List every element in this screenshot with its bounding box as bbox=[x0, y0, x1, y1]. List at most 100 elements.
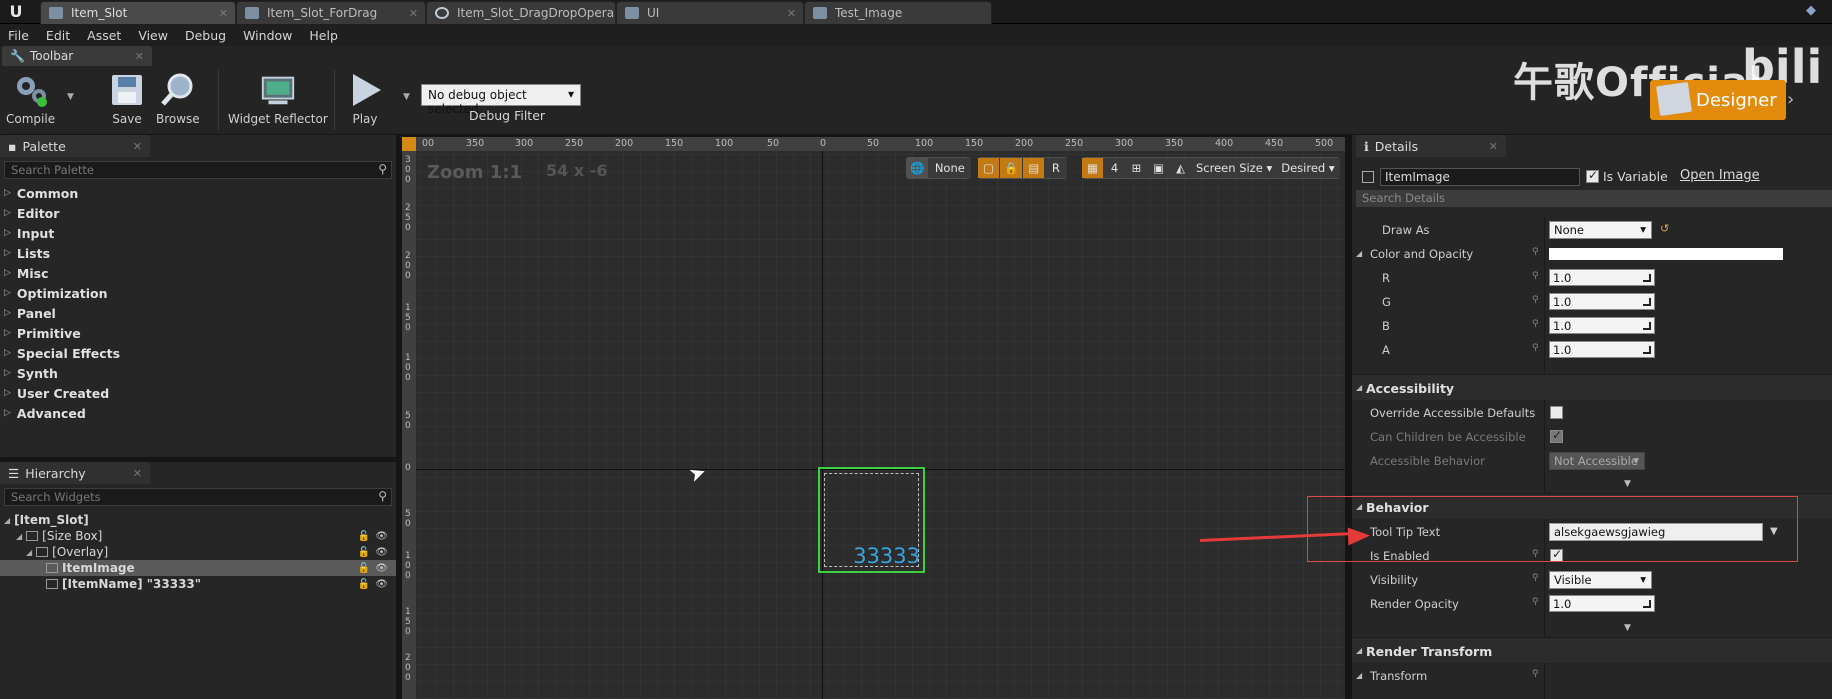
hierarchy-search-input[interactable]: Search Widgets ⚲ bbox=[4, 488, 392, 506]
palette-category-special-effects[interactable]: ▷ Special Effects bbox=[0, 343, 396, 363]
color-swatch[interactable] bbox=[1549, 248, 1783, 260]
close-icon[interactable]: ✕ bbox=[133, 467, 142, 480]
palette-category-lists[interactable]: ▷ Lists bbox=[0, 243, 396, 263]
compile-options-arrow-icon[interactable]: ▼ bbox=[67, 92, 74, 102]
bind-icon[interactable]: ⚲ bbox=[1532, 319, 1539, 329]
compile-button[interactable]: Compile bbox=[6, 72, 55, 126]
widget-name-field[interactable]: ItemImage bbox=[1380, 168, 1580, 186]
visibility-dropdown[interactable]: Visible bbox=[1549, 571, 1652, 589]
menu-window[interactable]: Window bbox=[243, 28, 292, 43]
expanded-arrow-icon[interactable]: ◢ bbox=[1356, 383, 1362, 392]
tab-item-slot[interactable]: Item_Slot ✕ bbox=[40, 1, 236, 24]
render-opacity-field[interactable]: 1.0 bbox=[1549, 595, 1655, 612]
expanded-arrow-icon[interactable]: ◢ bbox=[4, 516, 10, 525]
eye-icon[interactable]: 👁 bbox=[375, 531, 388, 542]
play-options-arrow-icon[interactable]: ▼ bbox=[403, 92, 410, 102]
palette-category-synth[interactable]: ▷ Synth bbox=[0, 363, 396, 383]
fit-size-icon[interactable]: ⊞ bbox=[1126, 158, 1148, 178]
bind-icon[interactable]: ⚲ bbox=[1532, 295, 1539, 305]
designer-mode-button[interactable]: Designer bbox=[1650, 80, 1786, 120]
bind-icon[interactable]: ⚲ bbox=[1532, 669, 1539, 679]
section-render-transform[interactable]: ◢ Render Transform bbox=[1352, 637, 1832, 663]
details-search-input[interactable]: Search Details bbox=[1356, 190, 1832, 207]
tree-row-itemimage[interactable]: ItemImage 🔓 👁 bbox=[0, 560, 396, 576]
designer-canvas[interactable] bbox=[402, 137, 1345, 699]
override-accessible-checkbox[interactable] bbox=[1550, 406, 1563, 419]
tab-toolbar[interactable]: 🔧 Toolbar ✕ bbox=[2, 46, 152, 66]
localization-none-dropdown[interactable]: None bbox=[929, 158, 972, 178]
globe-icon[interactable]: 🌐 bbox=[906, 158, 930, 178]
lock-icon[interactable]: 🔓 bbox=[358, 579, 370, 590]
close-icon[interactable]: ✕ bbox=[133, 140, 142, 153]
bind-icon[interactable]: ⚲ bbox=[1532, 343, 1539, 353]
tab-item-slot-fordrag[interactable]: Item_Slot_ForDrag ✕ bbox=[236, 1, 426, 24]
lock-icon[interactable]: 🔓 bbox=[358, 547, 370, 558]
close-icon[interactable]: ✕ bbox=[1489, 140, 1498, 153]
fill-screen-dropdown[interactable]: Desired ▾ bbox=[1277, 158, 1340, 178]
eye-icon[interactable]: 👁 bbox=[375, 579, 388, 590]
bind-icon[interactable]: ⚲ bbox=[1532, 573, 1539, 583]
screen-size-dropdown[interactable]: Screen Size ▾ bbox=[1192, 158, 1278, 178]
expanded-arrow-icon[interactable]: ◢ bbox=[1356, 249, 1362, 258]
section-accessibility[interactable]: ◢ Accessibility bbox=[1352, 374, 1832, 400]
a-value-field[interactable]: 1.0 bbox=[1549, 341, 1655, 358]
expand-advanced-arrow-icon[interactable]: ▼ bbox=[1624, 479, 1631, 489]
palette-category-optimization[interactable]: ▷ Optimization bbox=[0, 283, 396, 303]
eye-icon[interactable]: 👁 bbox=[375, 547, 388, 558]
dpi-curve-icon[interactable]: ◭ bbox=[1170, 158, 1192, 178]
image-preview-icon[interactable]: ▣ bbox=[1148, 158, 1170, 178]
search-icon[interactable]: ⚲ bbox=[378, 489, 387, 503]
menu-edit[interactable]: Edit bbox=[46, 28, 70, 43]
palette-category-editor[interactable]: ▷ Editor bbox=[0, 203, 396, 223]
unreal-logo-icon[interactable]: U bbox=[6, 3, 26, 21]
widget-reflector-button[interactable]: Widget Reflector bbox=[228, 72, 328, 126]
eye-icon[interactable]: 👁 bbox=[375, 563, 388, 574]
save-button[interactable]: Save bbox=[108, 72, 146, 126]
tab-ui[interactable]: UI ✕ bbox=[616, 1, 804, 24]
tab-details[interactable]: ℹ Details ✕ bbox=[1356, 135, 1506, 157]
region-toggle-button[interactable]: R bbox=[1045, 158, 1068, 178]
search-icon[interactable]: ⚲ bbox=[378, 162, 387, 176]
expanded-arrow-icon[interactable]: ◢ bbox=[16, 532, 22, 541]
tree-row-itemname[interactable]: [ItemName] "33333" 🔓 👁 bbox=[0, 576, 396, 592]
lock-toggle-icon[interactable]: 🔒 bbox=[1000, 158, 1024, 178]
menu-debug[interactable]: Debug bbox=[185, 28, 226, 43]
chevron-right-icon[interactable]: › bbox=[1787, 89, 1794, 110]
palette-category-input[interactable]: ▷ Input bbox=[0, 223, 396, 243]
close-icon[interactable]: ✕ bbox=[219, 7, 228, 20]
palette-category-misc[interactable]: ▷ Misc bbox=[0, 263, 396, 283]
lock-icon[interactable]: 🔓 bbox=[358, 531, 370, 542]
b-value-field[interactable]: 1.0 bbox=[1549, 317, 1655, 334]
g-value-field[interactable]: 1.0 bbox=[1549, 293, 1655, 310]
menu-view[interactable]: View bbox=[138, 28, 168, 43]
expanded-arrow-icon[interactable]: ◢ bbox=[1356, 671, 1362, 680]
palette-category-primitive[interactable]: ▷ Primitive bbox=[0, 323, 396, 343]
grid-size-button[interactable]: 4 bbox=[1104, 158, 1126, 178]
menu-file[interactable]: File bbox=[8, 28, 29, 43]
tab-hierarchy[interactable]: ☰ Hierarchy ✕ bbox=[0, 462, 150, 484]
tab-palette[interactable]: ▪ Palette ✕ bbox=[0, 135, 150, 157]
is-variable-checkbox[interactable] bbox=[1586, 168, 1599, 183]
respect-locks-icon[interactable]: ▤ bbox=[1023, 158, 1046, 178]
browse-button[interactable]: Browse bbox=[156, 72, 200, 126]
open-image-link[interactable]: Open Image bbox=[1680, 168, 1760, 183]
expanded-arrow-icon[interactable]: ◢ bbox=[1356, 646, 1362, 655]
bind-icon[interactable]: ⚲ bbox=[1532, 271, 1539, 281]
play-button[interactable]: Play bbox=[346, 72, 384, 126]
tree-row-item-slot[interactable]: ◢ [Item_Slot] bbox=[0, 512, 396, 528]
menu-asset[interactable]: Asset bbox=[87, 28, 121, 43]
outline-toggle-icon[interactable]: ▢ bbox=[978, 158, 1000, 178]
r-value-field[interactable]: 1.0 bbox=[1549, 269, 1655, 286]
selected-widget-preview[interactable]: 33333 bbox=[818, 467, 925, 573]
reset-to-default-icon[interactable]: ↺ bbox=[1660, 222, 1669, 235]
close-icon[interactable]: ✕ bbox=[409, 7, 418, 20]
menu-help[interactable]: Help bbox=[309, 28, 338, 43]
close-icon[interactable]: ✕ bbox=[787, 7, 796, 20]
grid-snap-icon[interactable]: ▦ bbox=[1082, 158, 1104, 178]
tab-item-slot-dragdropopera[interactable]: Item_Slot_DragDropOpera bbox=[426, 1, 616, 24]
expanded-arrow-icon[interactable]: ◢ bbox=[26, 548, 32, 557]
palette-category-user-created[interactable]: ▷ User Created bbox=[0, 383, 396, 403]
tree-row-size-box[interactable]: ◢ [Size Box] 🔓 👁 bbox=[0, 528, 396, 544]
palette-category-panel[interactable]: ▷ Panel bbox=[0, 303, 396, 323]
bind-icon[interactable]: ⚲ bbox=[1532, 597, 1539, 607]
